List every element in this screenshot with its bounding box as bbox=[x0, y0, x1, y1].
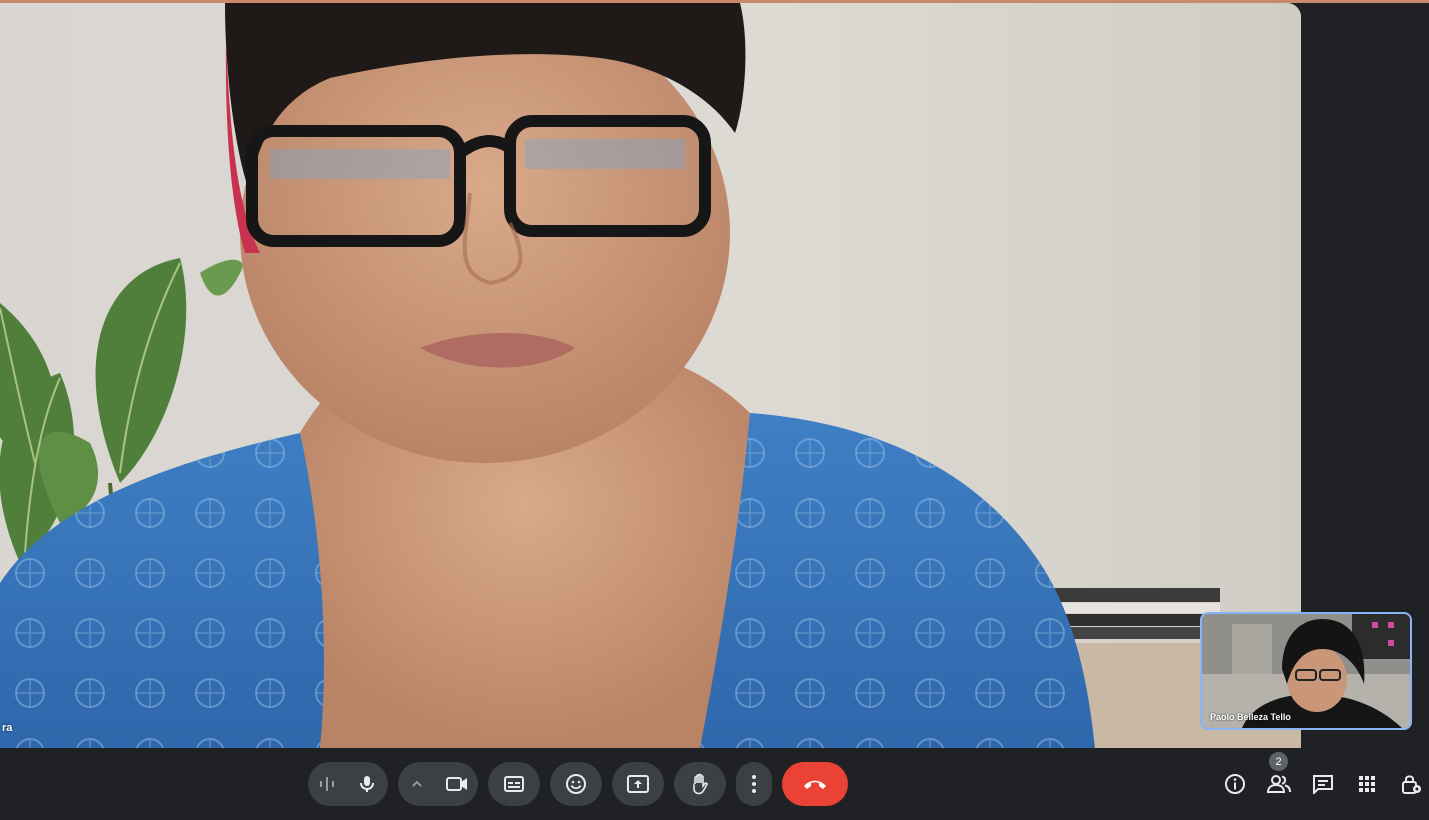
raise-hand-icon bbox=[693, 773, 708, 795]
camera-icon bbox=[446, 777, 467, 791]
meeting-tools: 2 bbox=[1223, 752, 1423, 806]
people-button[interactable]: 2 bbox=[1267, 752, 1291, 796]
meet-window: ra Paolo Belleza Tello 2 bbox=[0, 0, 1429, 820]
main-participant-name: ra bbox=[2, 722, 13, 734]
audio-levels-icon bbox=[320, 777, 334, 791]
chat-icon bbox=[1313, 775, 1333, 794]
host-controls-button[interactable] bbox=[1399, 772, 1423, 796]
info-icon bbox=[1225, 774, 1245, 794]
mic-button[interactable] bbox=[346, 762, 388, 806]
self-video-feed bbox=[1202, 614, 1410, 728]
activities-icon bbox=[1359, 776, 1375, 792]
captions-icon bbox=[504, 776, 524, 792]
emoji-icon bbox=[566, 774, 586, 794]
participant-count-badge: 2 bbox=[1269, 752, 1288, 771]
people-icon bbox=[1267, 775, 1291, 793]
camera-button[interactable] bbox=[436, 762, 478, 806]
video-controls-group bbox=[398, 762, 478, 806]
chat-button[interactable] bbox=[1311, 772, 1335, 796]
captions-button[interactable] bbox=[488, 762, 540, 806]
emoji-reactions-button[interactable] bbox=[550, 762, 602, 806]
video-options-button[interactable] bbox=[398, 762, 436, 806]
raise-hand-button[interactable] bbox=[674, 762, 726, 806]
meeting-details-button[interactable] bbox=[1223, 772, 1247, 796]
present-icon bbox=[627, 775, 649, 793]
mic-icon bbox=[360, 776, 374, 792]
host-controls-icon bbox=[1402, 775, 1421, 794]
call-controls bbox=[308, 762, 848, 806]
main-video-feed bbox=[0, 3, 1301, 748]
activities-button[interactable] bbox=[1355, 772, 1379, 796]
present-screen-button[interactable] bbox=[612, 762, 664, 806]
more-options-icon bbox=[752, 775, 756, 793]
self-participant-name: Paolo Belleza Tello bbox=[1210, 712, 1291, 722]
audio-controls-group bbox=[308, 762, 388, 806]
chevron-up-icon bbox=[412, 780, 422, 787]
main-video-tile: ra bbox=[0, 3, 1301, 748]
audio-options-button[interactable] bbox=[308, 762, 346, 806]
self-view-tile[interactable]: Paolo Belleza Tello bbox=[1200, 612, 1412, 730]
more-options-button[interactable] bbox=[736, 762, 772, 806]
end-call-icon bbox=[804, 780, 826, 789]
end-call-button[interactable] bbox=[782, 762, 848, 806]
